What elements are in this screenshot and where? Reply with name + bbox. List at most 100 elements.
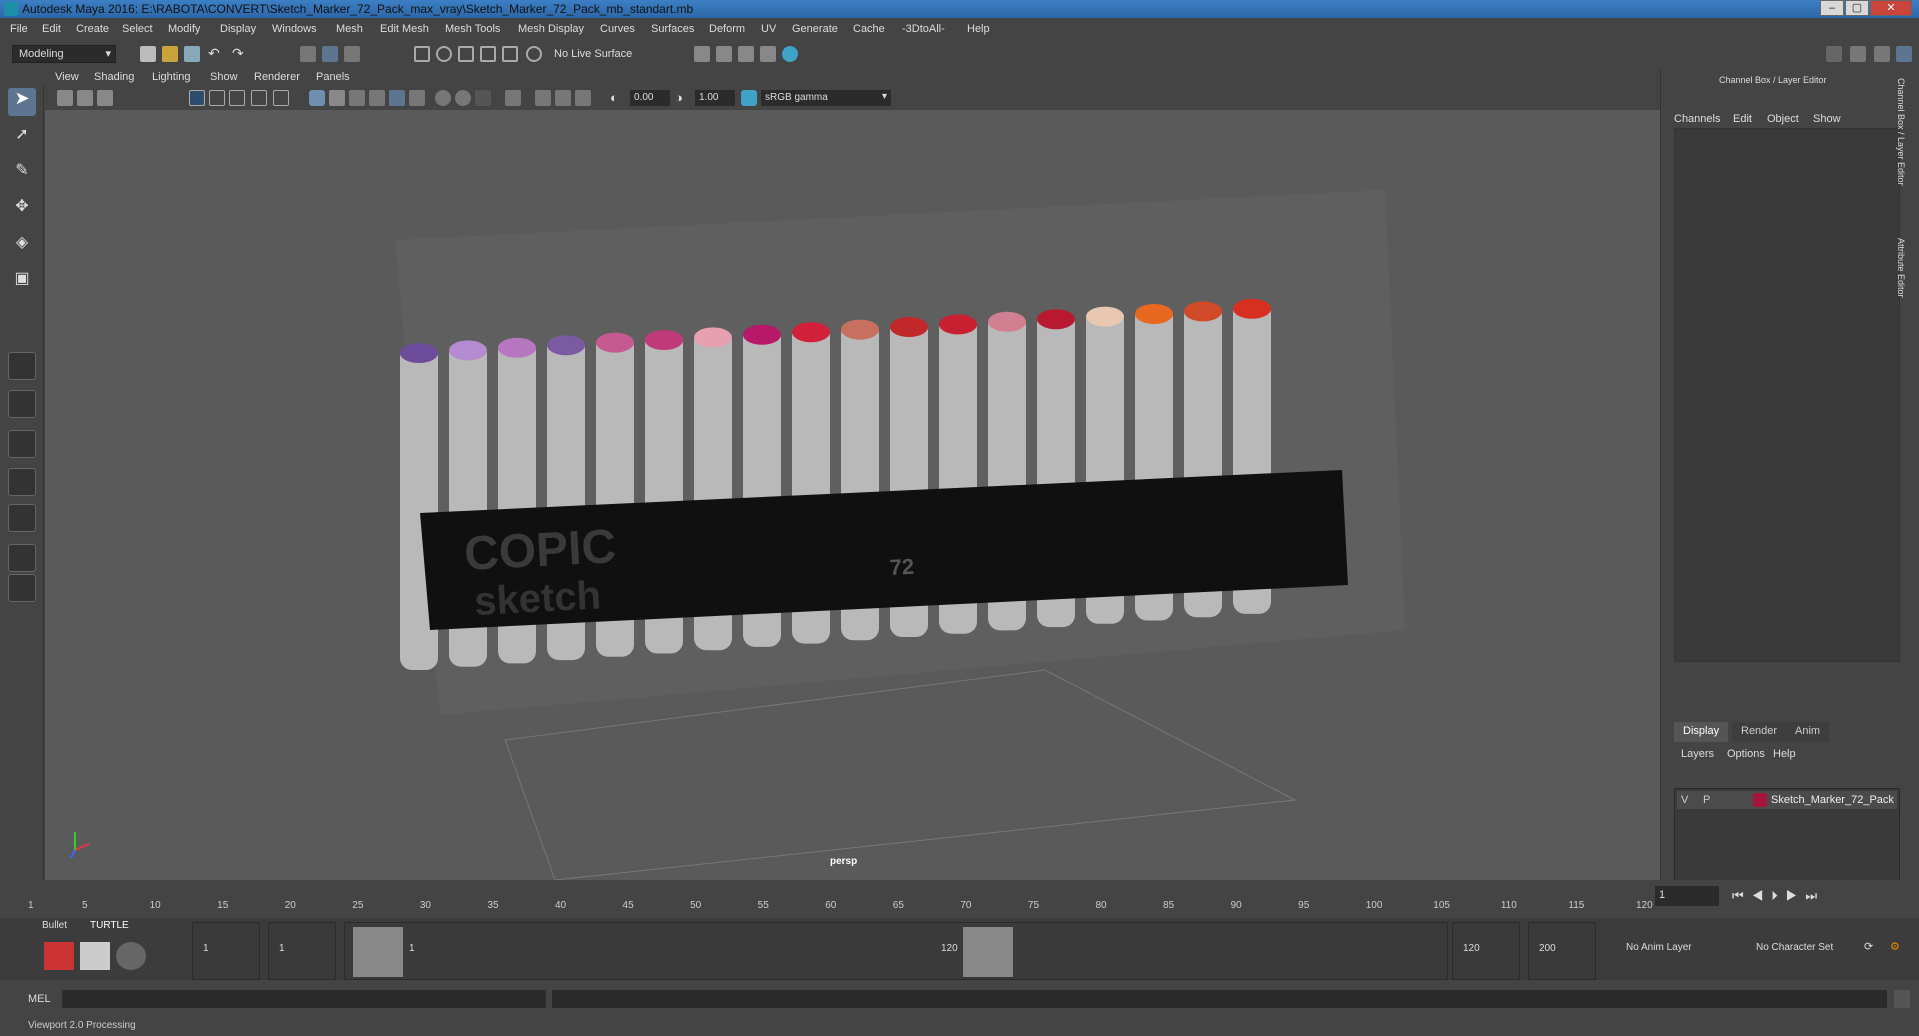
menu-uv[interactable]: UV: [761, 23, 776, 35]
layer-row[interactable]: V P Sketch_Marker_72_Pack: [1677, 791, 1897, 809]
snap-surface-icon[interactable]: [502, 46, 518, 62]
hypershade-icon[interactable]: [760, 46, 776, 62]
vp-menu-panels[interactable]: Panels: [316, 71, 350, 83]
field-chart-icon[interactable]: [273, 90, 289, 106]
four-view-icon[interactable]: [8, 390, 36, 418]
layer-color-swatch[interactable]: [1753, 793, 1767, 807]
film-gate-icon[interactable]: [209, 90, 225, 106]
menu-generate[interactable]: Generate: [792, 23, 838, 35]
render-icon[interactable]: [44, 942, 74, 970]
camera-icon[interactable]: [57, 90, 73, 106]
menu-create[interactable]: Create: [76, 23, 109, 35]
menu-display[interactable]: Display: [220, 23, 256, 35]
channel-box-area[interactable]: [1674, 128, 1900, 662]
menu-cache[interactable]: Cache: [853, 23, 885, 35]
shelf-tab-turtle[interactable]: TURTLE: [86, 918, 133, 936]
menu-surfaces[interactable]: Surfaces: [651, 23, 694, 35]
xray-joints-icon[interactable]: [535, 90, 551, 106]
render-view-icon[interactable]: [782, 46, 798, 62]
vp-menu-show[interactable]: Show: [210, 71, 238, 83]
ao-icon[interactable]: [435, 90, 451, 106]
layout-options-icon[interactable]: [8, 574, 36, 602]
viewport-3d[interactable]: COPIC sketch 72: [45, 110, 1660, 881]
textured-icon[interactable]: [349, 90, 365, 106]
persp-graph-icon[interactable]: [8, 468, 36, 496]
xray-icon[interactable]: [389, 90, 405, 106]
time-slider[interactable]: 1 5 10 15 20 25 30 35 40 45 50 55 60 65 70 75 80 85 90 95 10…: [0, 880, 1919, 918]
current-frame-field[interactable]: 1: [1655, 886, 1719, 906]
open-scene-icon[interactable]: [162, 46, 178, 62]
color-management-icon[interactable]: [741, 90, 757, 106]
xray-components-icon[interactable]: [575, 90, 591, 106]
menu-edit-mesh[interactable]: Edit Mesh: [380, 23, 429, 35]
menu-modify[interactable]: Modify: [168, 23, 200, 35]
layer-menu-options[interactable]: Options: [1727, 748, 1765, 760]
gamma-icon[interactable]: ◑: [675, 90, 691, 106]
vp-menu-shading[interactable]: Shading: [94, 71, 134, 83]
end-time-field[interactable]: 200: [1535, 941, 1560, 959]
single-view-icon[interactable]: [8, 352, 36, 380]
ipr-render-icon[interactable]: [716, 46, 732, 62]
menu-mesh-display[interactable]: Mesh Display: [518, 23, 584, 35]
exposure-icon[interactable]: ◐: [610, 90, 626, 106]
isolate-icon[interactable]: [505, 90, 521, 106]
channel-box-toggle-icon[interactable]: [1896, 46, 1912, 62]
exposure-field[interactable]: 0.00: [630, 90, 670, 106]
menu-3dtoall[interactable]: -3DtoAll-: [902, 23, 945, 35]
rotate-tool-icon[interactable]: ◈: [8, 232, 36, 260]
antialias-icon[interactable]: [475, 90, 491, 106]
tab-render[interactable]: Render: [1732, 722, 1787, 742]
snap-curve-icon[interactable]: [436, 46, 452, 62]
layer-name[interactable]: Sketch_Marker_72_Pack: [1771, 794, 1894, 806]
character-set-select[interactable]: No Character Set: [1752, 940, 1837, 958]
persp-outliner-icon[interactable]: [8, 504, 36, 532]
move-tool-icon[interactable]: ✥: [8, 196, 36, 224]
minimize-button[interactable]: –: [1820, 0, 1844, 16]
gamma-field[interactable]: 1.00: [695, 90, 735, 106]
menu-help[interactable]: Help: [967, 23, 990, 35]
layer-menu-layers[interactable]: Layers: [1681, 748, 1714, 760]
layout-icon[interactable]: [1826, 46, 1842, 62]
gate-mask-icon[interactable]: [251, 90, 267, 106]
sphere-icon[interactable]: [116, 942, 146, 970]
side-tab-channel-box[interactable]: Channel Box / Layer Editor: [1896, 78, 1906, 186]
cb-menu-show[interactable]: Show: [1813, 113, 1841, 125]
redo-icon[interactable]: ↷: [232, 46, 248, 62]
tab-anim[interactable]: Anim: [1786, 722, 1830, 742]
cb-menu-object[interactable]: Object: [1767, 113, 1799, 125]
menu-file[interactable]: File: [10, 23, 28, 35]
vp-menu-view[interactable]: View: [55, 71, 79, 83]
side-tab-attribute-editor[interactable]: Attribute Editor: [1896, 238, 1906, 298]
menu-mesh-tools[interactable]: Mesh Tools: [445, 23, 500, 35]
scale-tool-icon[interactable]: ▣: [8, 268, 36, 296]
playback-controls[interactable]: ⏮◀⏵▶⏭: [1732, 888, 1825, 904]
snap-grid-icon[interactable]: [414, 46, 430, 62]
vp-menu-renderer[interactable]: Renderer: [254, 71, 300, 83]
color-space-select[interactable]: sRGB gamma ▾: [761, 90, 891, 106]
render-settings-icon[interactable]: [738, 46, 754, 62]
material-icon[interactable]: [80, 942, 110, 970]
layer-playback-toggle[interactable]: P: [1703, 794, 1710, 806]
bookmark-icon[interactable]: [97, 90, 113, 106]
resolution-gate-icon[interactable]: [229, 90, 245, 106]
menu-edit[interactable]: Edit: [42, 23, 61, 35]
new-scene-icon[interactable]: [140, 46, 156, 62]
lights-icon[interactable]: [369, 90, 385, 106]
mode-selector[interactable]: Modeling ▾: [12, 45, 116, 63]
maximize-button[interactable]: ▢: [1845, 0, 1869, 16]
snap-view-icon[interactable]: [480, 46, 496, 62]
prefs-icon[interactable]: ⚙: [1890, 940, 1900, 953]
tab-display[interactable]: Display: [1674, 722, 1729, 742]
menu-select[interactable]: Select: [122, 23, 153, 35]
range-track[interactable]: 1 120: [344, 922, 1448, 980]
layout-list-icon[interactable]: [8, 544, 36, 572]
playback-start-field[interactable]: 1: [275, 941, 289, 959]
wireframe-icon[interactable]: [309, 90, 325, 106]
playback-end-field[interactable]: 120: [1459, 941, 1484, 959]
select-object-icon[interactable]: [322, 46, 338, 62]
undo-icon[interactable]: ↶: [208, 46, 224, 62]
paint-select-icon[interactable]: ✎: [8, 160, 36, 188]
layer-visibility-toggle[interactable]: V: [1681, 794, 1688, 806]
auto-key-icon[interactable]: ⟳: [1864, 940, 1873, 953]
close-button[interactable]: ✕: [1870, 0, 1912, 16]
